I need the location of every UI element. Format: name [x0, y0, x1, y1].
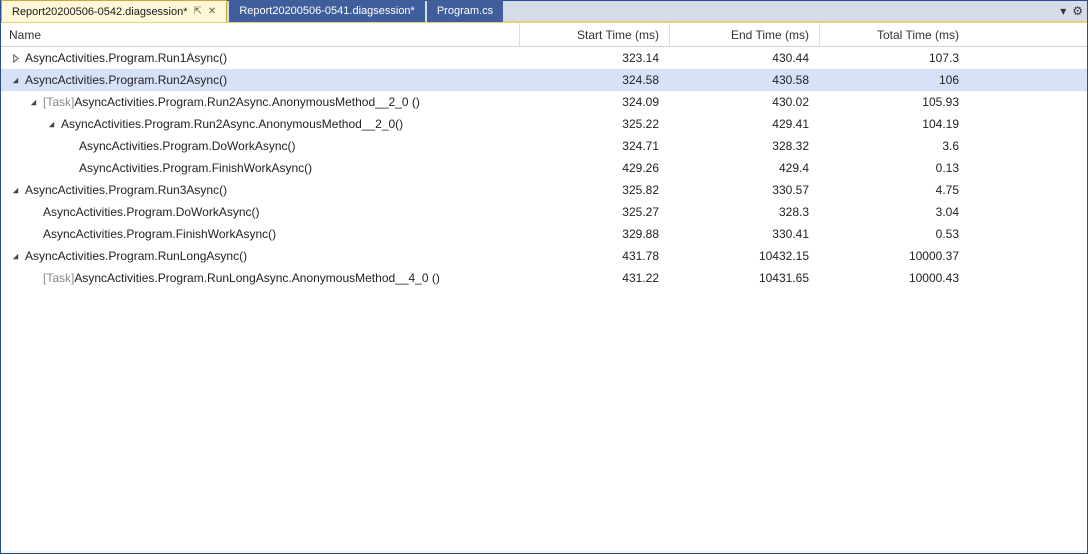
cell-total: 3.04: [819, 205, 969, 219]
expander-open-icon[interactable]: [9, 250, 21, 262]
name-cell: AsyncActivities.Program.FinishWorkAsync(…: [1, 227, 519, 241]
expander-open-icon[interactable]: [9, 184, 21, 196]
table-row[interactable]: AsyncActivities.Program.Run2Async() 324.5…: [1, 69, 1087, 91]
row-name: AsyncActivities.Program.RunLongAsync(): [25, 249, 247, 263]
report-content: Name Start Time (ms) End Time (ms) Total…: [1, 23, 1087, 551]
name-cell: [Task] AsyncActivities.Program.Run2Async…: [1, 95, 519, 109]
name-cell: AsyncActivities.Program.RunLongAsync(): [1, 249, 519, 263]
header-total[interactable]: Total Time (ms): [819, 23, 969, 46]
cell-end: 10432.15: [669, 249, 819, 263]
table-row[interactable]: AsyncActivities.Program.FinishWorkAsync(…: [1, 223, 1087, 245]
cell-start: 431.78: [519, 249, 669, 263]
dropdown-icon[interactable]: ▾: [1060, 4, 1066, 18]
expander-none: [63, 140, 75, 152]
cell-start: 431.22: [519, 271, 669, 285]
name-cell: AsyncActivities.Program.Run3Async(): [1, 183, 519, 197]
column-headers: Name Start Time (ms) End Time (ms) Total…: [1, 23, 1087, 47]
cell-total: 3.6: [819, 139, 969, 153]
table-row[interactable]: [Task] AsyncActivities.Program.RunLongAs…: [1, 267, 1087, 289]
name-cell: AsyncActivities.Program.Run1Async(): [1, 51, 519, 65]
header-end[interactable]: End Time (ms): [669, 23, 819, 46]
expander-open-icon[interactable]: [9, 74, 21, 86]
rows-container: AsyncActivities.Program.Run1Async() 323.1…: [1, 47, 1087, 289]
table-row[interactable]: AsyncActivities.Program.Run3Async() 325.8…: [1, 179, 1087, 201]
cell-total: 10000.43: [819, 271, 969, 285]
cell-total: 0.53: [819, 227, 969, 241]
name-cell: AsyncActivities.Program.DoWorkAsync(): [1, 139, 519, 153]
row-name: AsyncActivities.Program.Run2Async(): [25, 73, 227, 87]
table-row[interactable]: AsyncActivities.Program.FinishWorkAsync(…: [1, 157, 1087, 179]
tab-bar: Report20200506-0542.diagsession* ⇱ ✕ Rep…: [1, 1, 1087, 23]
gear-icon[interactable]: ⚙: [1072, 4, 1083, 18]
tab-active[interactable]: Report20200506-0542.diagsession* ⇱ ✕: [1, 0, 227, 22]
cell-start: 429.26: [519, 161, 669, 175]
cell-start: 325.22: [519, 117, 669, 131]
cell-start: 324.58: [519, 73, 669, 87]
cell-start: 324.09: [519, 95, 669, 109]
cell-start: 324.71: [519, 139, 669, 153]
row-name: AsyncActivities.Program.FinishWorkAsync(…: [79, 161, 312, 175]
row-name: AsyncActivities.Program.Run2Async.Anonym…: [74, 95, 420, 109]
cell-total: 4.75: [819, 183, 969, 197]
expander-none: [27, 228, 39, 240]
cell-start: 325.82: [519, 183, 669, 197]
cell-end: 330.41: [669, 227, 819, 241]
header-name[interactable]: Name: [1, 28, 519, 42]
name-cell: [Task] AsyncActivities.Program.RunLongAs…: [1, 271, 519, 285]
task-prefix: [Task]: [43, 271, 74, 285]
expander-none: [27, 206, 39, 218]
cell-end: 328.32: [669, 139, 819, 153]
expander-none: [27, 272, 39, 284]
row-name: AsyncActivities.Program.Run3Async(): [25, 183, 227, 197]
expander-open-icon[interactable]: [27, 96, 39, 108]
table-row[interactable]: [Task] AsyncActivities.Program.Run2Async…: [1, 91, 1087, 113]
cell-total: 106: [819, 73, 969, 87]
cell-start: 329.88: [519, 227, 669, 241]
tab-label: Report20200506-0542.diagsession*: [12, 6, 188, 18]
name-cell: AsyncActivities.Program.FinishWorkAsync(…: [1, 161, 519, 175]
name-cell: AsyncActivities.Program.Run2Async(): [1, 73, 519, 87]
pin-icon[interactable]: ⇱: [194, 6, 202, 17]
tab-inactive-2[interactable]: Program.cs: [427, 0, 503, 22]
cell-end: 430.58: [669, 73, 819, 87]
cell-total: 10000.37: [819, 249, 969, 263]
close-icon[interactable]: ✕: [208, 6, 216, 17]
name-cell: AsyncActivities.Program.Run2Async.Anonym…: [1, 117, 519, 131]
cell-total: 0.13: [819, 161, 969, 175]
row-name: AsyncActivities.Program.DoWorkAsync(): [79, 139, 296, 153]
cell-total: 104.19: [819, 117, 969, 131]
tab-inactive-1[interactable]: Report20200506-0541.diagsession*: [229, 0, 425, 22]
name-cell: AsyncActivities.Program.DoWorkAsync(): [1, 205, 519, 219]
row-name: AsyncActivities.Program.FinishWorkAsync(…: [43, 227, 276, 241]
tab-label: Program.cs: [437, 5, 493, 17]
expander-closed-icon[interactable]: [9, 52, 21, 64]
table-row[interactable]: AsyncActivities.Program.Run1Async() 323.1…: [1, 47, 1087, 69]
cell-end: 430.02: [669, 95, 819, 109]
expander-open-icon[interactable]: [45, 118, 57, 130]
cell-end: 429.41: [669, 117, 819, 131]
expander-none: [63, 162, 75, 174]
task-prefix: [Task]: [43, 95, 74, 109]
cell-end: 10431.65: [669, 271, 819, 285]
row-name: AsyncActivities.Program.Run2Async.Anonym…: [61, 117, 403, 131]
cell-end: 430.44: [669, 51, 819, 65]
cell-start: 325.27: [519, 205, 669, 219]
table-row[interactable]: AsyncActivities.Program.RunLongAsync() 43…: [1, 245, 1087, 267]
table-row[interactable]: AsyncActivities.Program.DoWorkAsync() 325…: [1, 201, 1087, 223]
table-row[interactable]: AsyncActivities.Program.DoWorkAsync() 324…: [1, 135, 1087, 157]
table-row[interactable]: AsyncActivities.Program.Run2Async.Anonym…: [1, 113, 1087, 135]
row-name: AsyncActivities.Program.DoWorkAsync(): [43, 205, 260, 219]
header-start[interactable]: Start Time (ms): [519, 23, 669, 46]
tab-label: Report20200506-0541.diagsession*: [239, 5, 415, 17]
cell-total: 107.3: [819, 51, 969, 65]
cell-end: 330.57: [669, 183, 819, 197]
cell-start: 323.14: [519, 51, 669, 65]
cell-total: 105.93: [819, 95, 969, 109]
row-name: AsyncActivities.Program.RunLongAsync.Ano…: [74, 271, 440, 285]
titlebar-controls: ▾ ⚙: [1060, 4, 1083, 18]
row-name: AsyncActivities.Program.Run1Async(): [25, 51, 227, 65]
cell-end: 429.4: [669, 161, 819, 175]
cell-end: 328.3: [669, 205, 819, 219]
